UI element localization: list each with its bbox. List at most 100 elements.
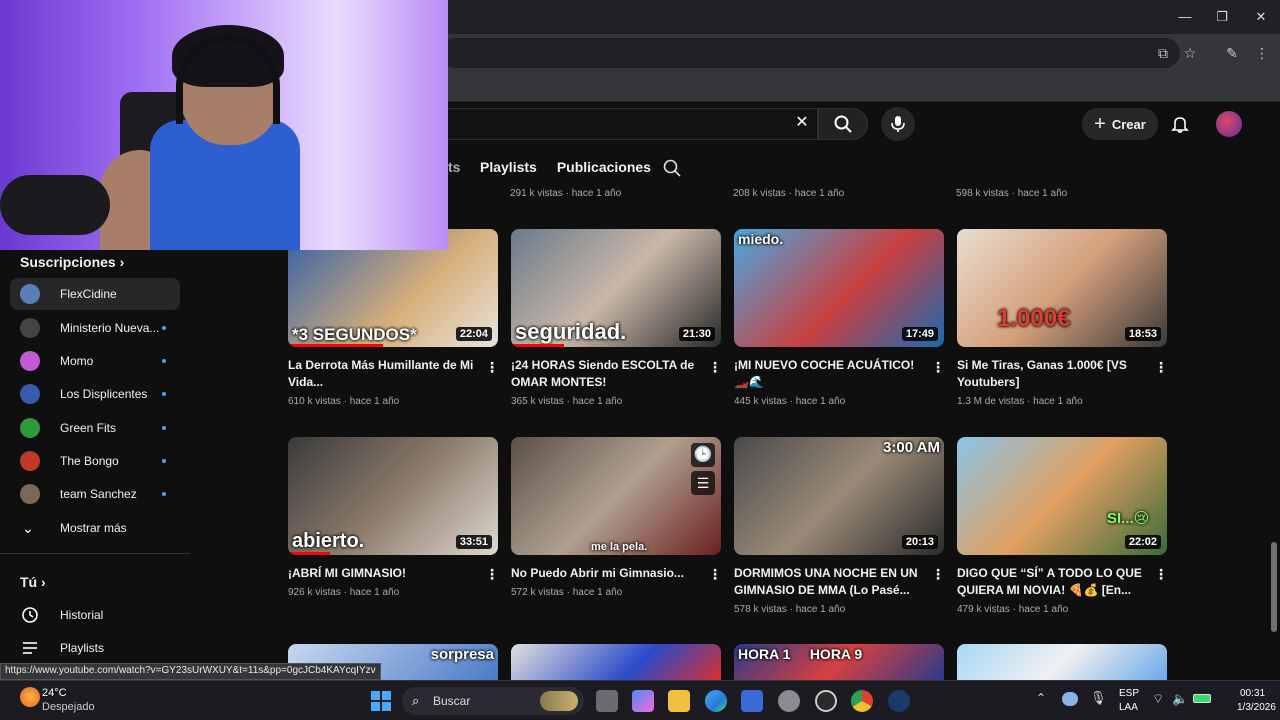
- tab-publicaciones[interactable]: Publicaciones: [557, 159, 651, 175]
- video-title[interactable]: DIGO QUE “SÍ” A TODO LO QUE QUIERA MI NO…: [957, 565, 1147, 599]
- video-title[interactable]: ¡ABRÍ MI GIMNASIO!: [288, 565, 478, 582]
- video-thumbnail[interactable]: [511, 644, 721, 680]
- video-thumbnail[interactable]: HORA 1 HORA 9: [734, 644, 944, 680]
- plus-icon: +: [1094, 113, 1106, 135]
- video-title[interactable]: Si Me Tiras, Ganas 1.000€ [VS Youtubers]: [957, 357, 1147, 391]
- bookmark-star-icon[interactable]: ☆: [1180, 43, 1200, 63]
- subscriptions-heading[interactable]: Suscripciones ›: [20, 254, 124, 270]
- sidebar: Suscripciones › FlexCidine Ministerio Nu…: [0, 250, 192, 680]
- task-view-icon[interactable]: [596, 690, 618, 712]
- video-title[interactable]: La Derrota Más Humillante de Mi Vida...: [288, 357, 478, 391]
- wifi-icon[interactable]: ⌔: [1152, 691, 1164, 707]
- sidebar-item-playlists[interactable]: Playlists: [10, 632, 180, 664]
- sidebar-item-los-displicentes[interactable]: Los Displicentes: [10, 378, 180, 410]
- video-title[interactable]: No Puedo Abrir mi Gimnasio...: [511, 565, 701, 582]
- weather-desc[interactable]: Despejado: [42, 701, 95, 713]
- video-meta: 1.3 M de vistas · hace 1 año: [957, 396, 1083, 407]
- video-menu-icon[interactable]: ⋮: [1154, 359, 1168, 375]
- volume-icon[interactable]: 🔈: [1172, 691, 1188, 707]
- thumbnail-text: 3:00 AM: [883, 439, 940, 456]
- tab-playlists[interactable]: Playlists: [480, 159, 537, 175]
- video-menu-icon[interactable]: ⋮: [708, 566, 722, 582]
- search-button[interactable]: [818, 108, 868, 140]
- weather-temp[interactable]: 24°C: [42, 687, 67, 699]
- file-explorer-icon[interactable]: [668, 690, 690, 712]
- channel-search-button[interactable]: [662, 158, 682, 178]
- video-thumbnail[interactable]: [957, 644, 1167, 680]
- show-more-button[interactable]: ⌄ Mostrar más: [10, 512, 180, 544]
- video-thumbnail[interactable]: SI...😢 22:02: [957, 437, 1167, 555]
- chevron-right-icon: ›: [119, 254, 125, 270]
- chrome-icon[interactable]: [851, 690, 873, 712]
- sidebar-item-flexcidine[interactable]: FlexCidine: [10, 278, 180, 310]
- clock-time[interactable]: 00:31: [1240, 688, 1265, 699]
- video-menu-icon[interactable]: ⋮: [485, 359, 499, 375]
- taskbar-search[interactable]: ⌕ Buscar: [402, 687, 584, 715]
- video-menu-icon[interactable]: ⋮: [485, 566, 499, 582]
- video-thumbnail[interactable]: 3:00 AM 20:13: [734, 437, 944, 555]
- webcam-microphone: [0, 175, 110, 235]
- clear-search-icon[interactable]: ✕: [793, 114, 811, 132]
- video-thumbnail[interactable]: abierto. 33:51: [288, 437, 498, 555]
- new-content-dot: [162, 326, 166, 330]
- windows-logo-icon: [371, 691, 391, 711]
- video-duration: 22:02: [1124, 535, 1161, 549]
- minimize-icon[interactable]: —: [1176, 8, 1194, 26]
- browser-menu-icon[interactable]: ⋮: [1252, 43, 1272, 63]
- address-bar[interactable]: [440, 38, 1180, 68]
- video-menu-icon[interactable]: ⋮: [931, 566, 945, 582]
- video-menu-icon[interactable]: ⋮: [708, 359, 722, 375]
- search-input[interactable]: [448, 108, 818, 140]
- steam-icon[interactable]: [888, 690, 910, 712]
- sidebar-item-momo[interactable]: Momo: [10, 345, 180, 377]
- battery-icon[interactable]: [1193, 694, 1211, 703]
- weather-icon[interactable]: [20, 687, 40, 707]
- voice-search-button[interactable]: [881, 107, 915, 141]
- scrollbar-thumb[interactable]: [1271, 542, 1277, 632]
- page-scrollbar[interactable]: [1268, 102, 1280, 680]
- settings-icon[interactable]: [778, 690, 800, 712]
- app-icon[interactable]: [815, 690, 837, 712]
- clock-date[interactable]: 1/3/2026: [1237, 702, 1276, 713]
- account-avatar[interactable]: [1216, 111, 1242, 137]
- video-thumbnail[interactable]: seguridad. 21:30: [511, 229, 721, 347]
- video-duration: 33:51: [455, 535, 492, 549]
- copilot-icon[interactable]: [632, 690, 654, 712]
- video-title[interactable]: ¡MI NUEVO COCHE ACUÁTICO! 🏎️🌊: [734, 357, 924, 391]
- video-title[interactable]: ¡24 HORAS Siendo ESCOLTA de OMAR MONTES!: [511, 357, 701, 391]
- sidebar-item-green-fits[interactable]: Green Fits: [10, 412, 180, 444]
- you-heading[interactable]: Tú ›: [20, 574, 46, 590]
- video-thumbnail[interactable]: miedo. 17:49: [734, 229, 944, 347]
- notifications-button[interactable]: [1170, 114, 1190, 134]
- sidebar-item-the-bongo[interactable]: The Bongo: [10, 445, 180, 477]
- edge-icon[interactable]: [705, 690, 727, 712]
- video-thumbnail[interactable]: me la pela. 🕒 ☰: [511, 437, 721, 555]
- channel-avatar: [20, 351, 40, 371]
- store-icon[interactable]: [741, 690, 763, 712]
- keyboard-layout[interactable]: LAA: [1119, 702, 1138, 713]
- video-thumbnail[interactable]: 1.000€ 18:53: [957, 229, 1167, 347]
- close-window-icon[interactable]: ✕: [1252, 8, 1270, 26]
- extension-icon[interactable]: ✎: [1222, 43, 1242, 63]
- cloud-icon[interactable]: [1062, 692, 1078, 706]
- start-button[interactable]: [370, 690, 392, 712]
- chevron-up-icon[interactable]: ⌃: [1036, 691, 1046, 705]
- microphone-icon[interactable]: 🎙: [1090, 690, 1107, 706]
- sidebar-item-ministerio[interactable]: Ministerio Nueva...: [10, 312, 180, 344]
- search-highlight-icon: [540, 691, 578, 711]
- video-menu-icon[interactable]: ⋮: [931, 359, 945, 375]
- new-content-dot: [162, 426, 166, 430]
- video-menu-icon[interactable]: ⋮: [1154, 566, 1168, 582]
- language-indicator[interactable]: ESP: [1119, 688, 1139, 699]
- channel-avatar: [20, 384, 40, 404]
- create-button[interactable]: + Crear: [1082, 108, 1158, 140]
- tab-shorts[interactable]: ts: [448, 159, 460, 175]
- install-app-icon[interactable]: ⧉: [1153, 43, 1173, 63]
- maximize-icon[interactable]: ❐: [1213, 8, 1231, 26]
- channel-avatar: [20, 318, 40, 338]
- watch-later-icon[interactable]: 🕒: [691, 443, 715, 467]
- sidebar-item-team-sanchez[interactable]: team Sanchez: [10, 478, 180, 510]
- add-to-queue-icon[interactable]: ☰: [691, 471, 715, 495]
- sidebar-item-historial[interactable]: Historial: [10, 599, 180, 631]
- video-title[interactable]: DORMIMOS UNA NOCHE EN UN GIMNASIO DE MMA…: [734, 565, 924, 599]
